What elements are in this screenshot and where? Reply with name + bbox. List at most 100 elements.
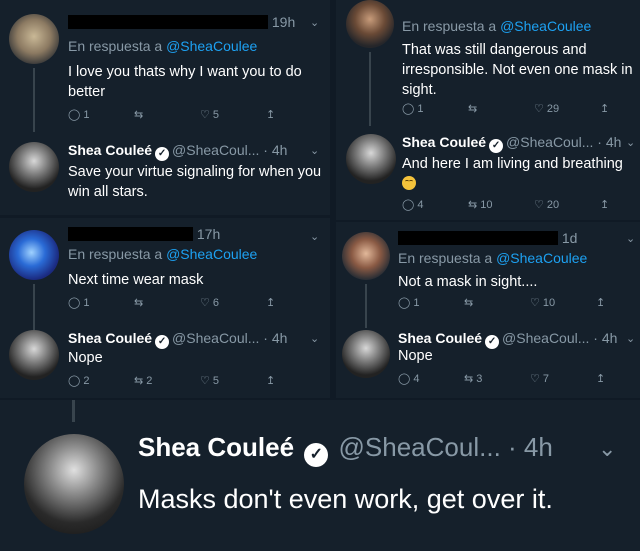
tweet-header: Shea Couleé ✓ @SheaCoul... · 4h <box>402 134 621 153</box>
user-handle[interactable]: @SheaCoul... <box>506 134 593 150</box>
share-button[interactable]: ↥ <box>266 108 330 121</box>
chevron-down-icon[interactable]: ⌄ <box>310 332 319 345</box>
like-button[interactable]: ♡ 5 <box>200 374 266 388</box>
chevron-down-icon[interactable]: ⌄ <box>626 332 635 345</box>
display-name[interactable]: Shea Couleé <box>68 142 152 158</box>
retweet-button[interactable]: ⇆ <box>468 102 534 115</box>
share-icon: ↥ <box>266 375 276 387</box>
share-button[interactable]: ↥ <box>600 198 640 211</box>
avatar-cat[interactable] <box>9 14 59 64</box>
tweet-text-content: And here I am living and breathing <box>402 156 623 172</box>
display-name[interactable]: Shea Couleé <box>68 330 152 346</box>
like-button[interactable]: ♡ 5 <box>200 108 266 122</box>
share-icon: ↥ <box>596 373 606 385</box>
retweet-button[interactable]: ⇆ 2 <box>134 374 200 388</box>
reply-button[interactable]: ◯ 4 <box>398 372 464 386</box>
verified-badge-icon: ✓ <box>489 139 504 153</box>
display-name[interactable]: Shea Couleé <box>138 432 294 462</box>
retweet-icon: ⇆ <box>134 297 144 309</box>
tweet-time[interactable]: · 4h <box>263 142 287 158</box>
retweet-button[interactable]: ⇆ <box>134 108 200 121</box>
like-button[interactable]: ♡ 20 <box>534 198 600 212</box>
reply-prefix: En respuesta a <box>68 38 163 54</box>
heart-icon: ♡ <box>200 375 210 387</box>
verified-badge-icon: ✓ <box>155 147 170 161</box>
tweet-text: Not a mask in sight.... <box>398 274 538 290</box>
chevron-down-icon[interactable]: ⌄ <box>626 136 635 149</box>
display-name[interactable]: Shea Couleé <box>398 330 482 346</box>
heart-icon: ♡ <box>530 297 540 309</box>
retweet-button[interactable]: ⇆ <box>464 296 530 309</box>
avatar-man[interactable] <box>346 0 394 48</box>
reply-button[interactable]: ◯ 1 <box>402 102 468 116</box>
share-button[interactable]: ↥ <box>596 372 640 385</box>
tweet-actions: ◯ 4 ⇆ 3 ♡ 7 ↥ <box>398 372 640 386</box>
grimace-emoji-icon <box>402 176 416 190</box>
reply-button[interactable]: ◯ 1 <box>68 296 134 310</box>
tweet-time[interactable]: · 4h <box>263 330 287 346</box>
chevron-down-icon[interactable]: ⌄ <box>310 144 319 157</box>
retweet-button[interactable]: ⇆ <box>134 296 200 309</box>
avatar-blue-abstract[interactable] <box>9 230 59 280</box>
retweet-button[interactable]: ⇆ 10 <box>468 198 534 212</box>
reply-button[interactable]: ◯ 1 <box>68 108 134 122</box>
share-icon: ↥ <box>600 199 610 211</box>
share-button[interactable]: ↥ <box>600 102 640 115</box>
like-button[interactable]: ♡ 10 <box>530 296 596 310</box>
chevron-down-icon[interactable]: ⌄ <box>310 230 319 243</box>
reply-to-line: En respuesta a @SheaCoulee <box>68 246 257 262</box>
share-button[interactable]: ↥ <box>266 296 330 309</box>
display-name[interactable]: Shea Couleé <box>402 134 486 150</box>
avatar-shea[interactable] <box>9 330 59 380</box>
avatar-shea[interactable] <box>346 134 396 184</box>
user-handle[interactable]: @SheaCoul... <box>172 142 259 158</box>
reply-button[interactable]: ◯ 2 <box>68 374 134 388</box>
user-handle[interactable]: @SheaCoul... <box>502 330 589 346</box>
chevron-down-icon[interactable]: ⌄ <box>626 232 635 245</box>
like-count: 20 <box>546 198 560 211</box>
reply-handle-link[interactable]: @SheaCoulee <box>166 38 257 54</box>
like-button[interactable]: ♡ 29 <box>534 102 600 116</box>
share-icon: ↥ <box>266 297 276 309</box>
tweet-time[interactable]: · 4h <box>508 432 553 462</box>
tweet-actions: ◯ 4 ⇆ 10 ♡ 20 ↥ <box>402 198 640 212</box>
avatar-person[interactable] <box>342 232 390 280</box>
tweet-time[interactable]: 17h <box>197 226 220 242</box>
reply-handle-link[interactable]: @SheaCoulee <box>500 18 591 34</box>
tweet-text: And here I am living and breathing <box>402 154 637 194</box>
retweet-button[interactable]: ⇆ 3 <box>464 372 530 386</box>
tweet-time[interactable]: 1d <box>562 230 578 246</box>
avatar-shea[interactable] <box>24 434 124 534</box>
tweet-header: Shea Couleé ✓ @SheaCoul... · 4h <box>138 432 553 467</box>
reply-handle-link[interactable]: @SheaCoulee <box>166 246 257 262</box>
panel-top-left: 19h ⌄ En respuesta a @SheaCoulee I love … <box>0 0 330 215</box>
share-button[interactable]: ↥ <box>266 374 330 387</box>
share-icon: ↥ <box>600 103 610 115</box>
reply-count: 2 <box>83 374 90 387</box>
reply-button[interactable]: ◯ 4 <box>402 198 468 212</box>
panel-middle-left: 17h ⌄ En respuesta a @SheaCoulee Next ti… <box>0 218 330 398</box>
tweet-time[interactable]: 19h <box>272 14 295 30</box>
user-handle[interactable]: @SheaCoul... <box>339 432 501 462</box>
tweet-text: That was still dangerous and irresponsib… <box>402 42 633 98</box>
tweet-actions: ◯ 2 ⇆ 2 ♡ 5 ↥ <box>68 374 330 388</box>
reply-icon: ◯ <box>402 199 415 211</box>
like-count: 5 <box>212 108 219 121</box>
tweet-time[interactable]: · 4h <box>597 134 621 150</box>
reply-count: 1 <box>83 296 90 309</box>
chevron-down-icon[interactable]: ⌄ <box>598 436 616 462</box>
reply-button[interactable]: ◯ 1 <box>398 296 464 310</box>
like-button[interactable]: ♡ 7 <box>530 372 596 386</box>
avatar-shea[interactable] <box>342 330 390 378</box>
reply-icon: ◯ <box>68 375 81 387</box>
avatar-shea[interactable] <box>9 142 59 192</box>
tweet-header: 19h <box>68 14 295 30</box>
user-handle[interactable]: @SheaCoul... <box>172 330 259 346</box>
reply-handle-link[interactable]: @SheaCoulee <box>496 250 587 266</box>
chevron-down-icon[interactable]: ⌄ <box>310 16 319 29</box>
share-button[interactable]: ↥ <box>596 296 640 309</box>
tweet-time[interactable]: · 4h <box>593 330 617 346</box>
panel-middle-right: 1d ⌄ En respuesta a @SheaCoulee Not a ma… <box>336 222 640 398</box>
like-button[interactable]: ♡ 6 <box>200 296 266 310</box>
redacted-username <box>68 227 193 241</box>
